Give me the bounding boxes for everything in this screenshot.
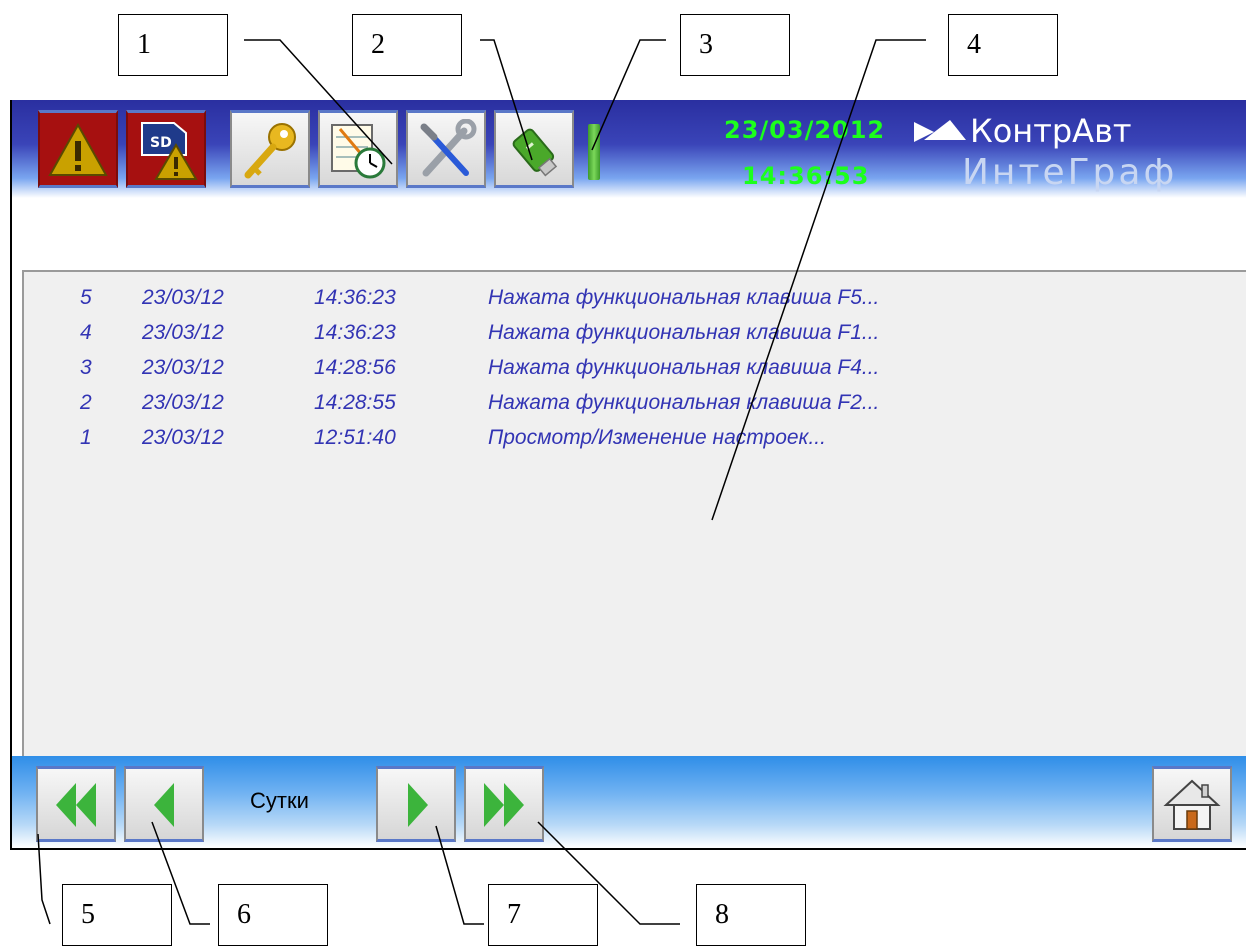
leader-line-8: [537, 821, 680, 925]
leader-line-1: [244, 39, 393, 165]
leader-line-5: [37, 833, 51, 925]
leader-line-4: [711, 39, 926, 521]
leader-line-2: [480, 39, 533, 161]
leader-line-3: [591, 39, 666, 151]
leader-line-6: [151, 821, 210, 925]
leader-line-7: [435, 825, 484, 925]
callout-leader-lines: [37, 39, 926, 925]
